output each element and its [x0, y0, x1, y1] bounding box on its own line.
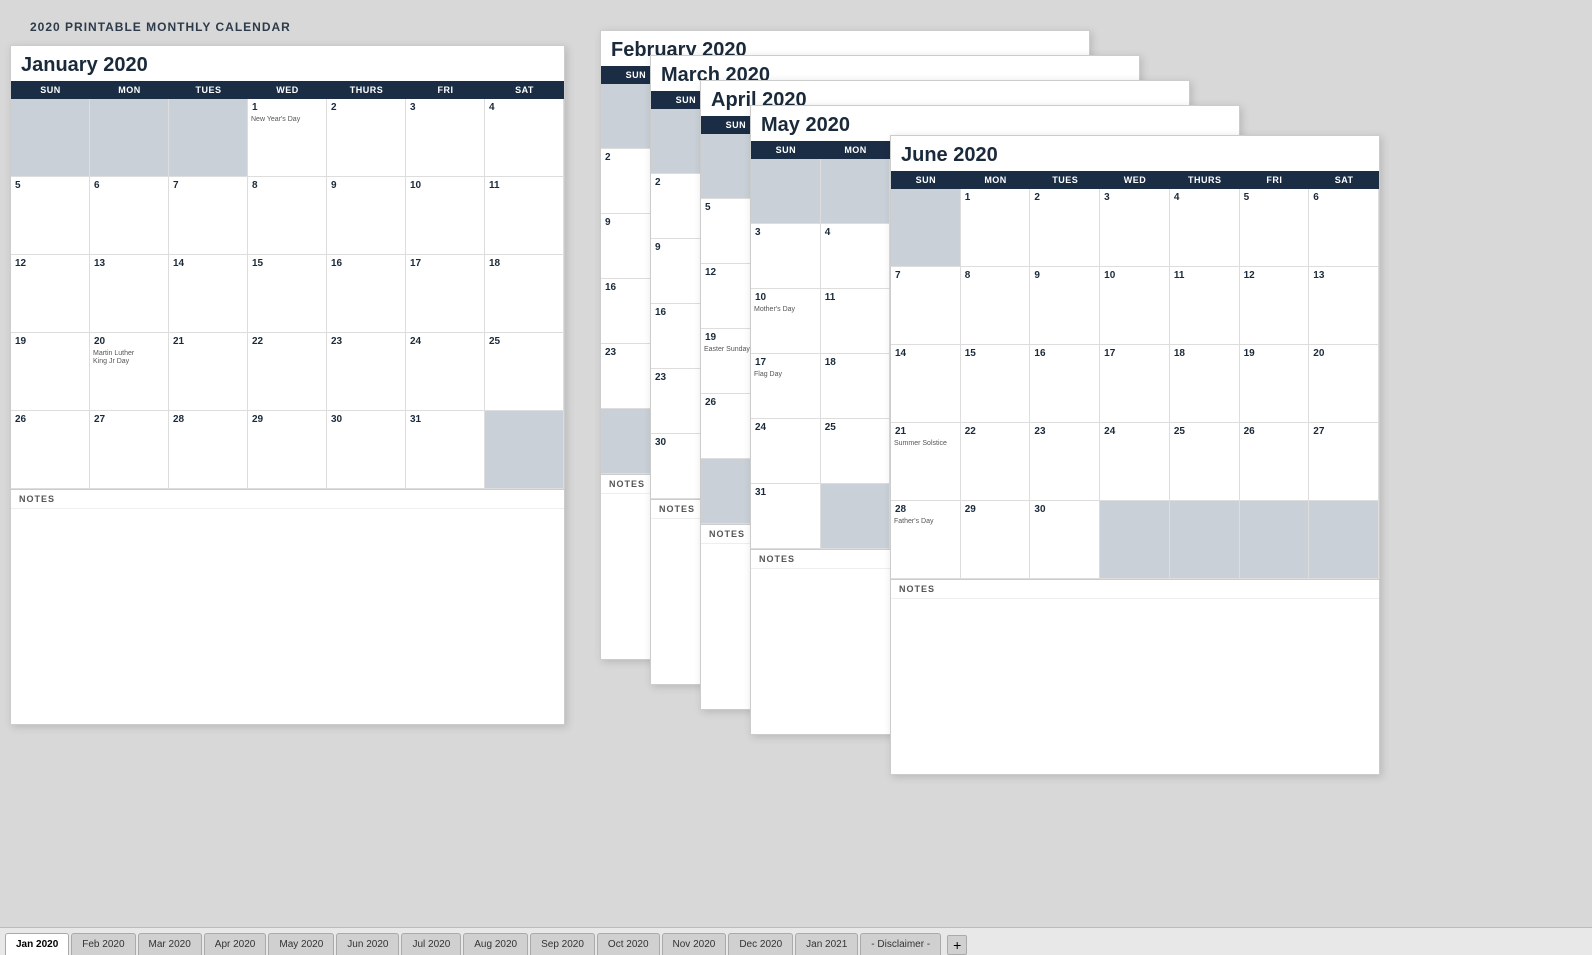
january-body: 1 New Year's Day 2 3 4 5 6 7 8 9 10 11 1… [11, 99, 564, 489]
cal-day [11, 99, 90, 177]
cal-day: 28 [169, 411, 248, 489]
january-notes: NOTES [11, 489, 564, 508]
cal-day: 2 [327, 99, 406, 177]
cal-day: 1 New Year's Day [248, 99, 327, 177]
tab-apr2020[interactable]: Apr 2020 [204, 933, 267, 955]
tab-jul2020[interactable]: Jul 2020 [401, 933, 461, 955]
cal-day: 11 [485, 177, 564, 255]
cal-day: 16 [327, 255, 406, 333]
january-header: SUN MON TUES WED THURS FRI SAT [11, 81, 564, 99]
cal-day: 6 [90, 177, 169, 255]
cal-day: 21 [169, 333, 248, 411]
cal-day: 19 [11, 333, 90, 411]
header-mon: MON [90, 81, 169, 99]
cal-day: 9 [327, 177, 406, 255]
tab-mar2020[interactable]: Mar 2020 [138, 933, 202, 955]
cal-day [485, 411, 564, 489]
add-tab-button[interactable]: + [947, 935, 967, 955]
january-calendar: January 2020 SUN MON TUES WED THURS FRI … [10, 45, 565, 725]
cal-day: 3 [406, 99, 485, 177]
cal-day: 27 [90, 411, 169, 489]
june-title: June 2020 [891, 136, 1379, 171]
cal-day: 30 [327, 411, 406, 489]
tab-may2020[interactable]: May 2020 [268, 933, 334, 955]
header-fri: FRI [406, 81, 485, 99]
cal-day: 13 [90, 255, 169, 333]
cal-day: 5 [11, 177, 90, 255]
cal-day: 24 [406, 333, 485, 411]
tab-jan2021[interactable]: Jan 2021 [795, 933, 858, 955]
header-wed: WED [248, 81, 327, 99]
cal-day: 14 [169, 255, 248, 333]
tab-disclaimer[interactable]: - Disclaimer - [860, 933, 941, 955]
app-container: 2020 PRINTABLE MONTHLY CALENDAR January … [0, 0, 1592, 955]
main-content: 2020 PRINTABLE MONTHLY CALENDAR January … [0, 0, 1592, 927]
cal-day: 7 [169, 177, 248, 255]
cal-day: 10 [406, 177, 485, 255]
june-calendar: June 2020 SUN MON TUES WED THURS FRI SAT… [890, 135, 1380, 775]
tab-sep2020[interactable]: Sep 2020 [530, 933, 595, 955]
cal-day: 26 [11, 411, 90, 489]
cal-day: 8 [248, 177, 327, 255]
cal-day: 31 [406, 411, 485, 489]
cal-day: 18 [485, 255, 564, 333]
cal-day: 29 [248, 411, 327, 489]
cal-day [90, 99, 169, 177]
cal-day: 25 [485, 333, 564, 411]
cal-day: 12 [11, 255, 90, 333]
june-notes: NOTES [891, 579, 1379, 598]
tab-dec2020[interactable]: Dec 2020 [728, 933, 793, 955]
tab-jun2020[interactable]: Jun 2020 [336, 933, 399, 955]
header-sat: SAT [485, 81, 564, 99]
cal-day: 17 [406, 255, 485, 333]
cal-day [169, 99, 248, 177]
cal-day: 4 [485, 99, 564, 177]
january-title: January 2020 [11, 46, 564, 81]
tab-bar: Jan 2020 Feb 2020 Mar 2020 Apr 2020 May … [0, 927, 1592, 955]
tab-nov2020[interactable]: Nov 2020 [662, 933, 727, 955]
header-thu: THURS [327, 81, 406, 99]
tab-oct2020[interactable]: Oct 2020 [597, 933, 660, 955]
cal-day: 15 [248, 255, 327, 333]
cal-day: 22 [248, 333, 327, 411]
cal-day: 20 Martin LutherKing Jr Day [90, 333, 169, 411]
tab-jan2020[interactable]: Jan 2020 [5, 933, 69, 955]
tab-aug2020[interactable]: Aug 2020 [463, 933, 528, 955]
header-sun: SUN [11, 81, 90, 99]
cal-day: 23 [327, 333, 406, 411]
tab-feb2020[interactable]: Feb 2020 [71, 933, 135, 955]
header-tue: TUES [169, 81, 248, 99]
